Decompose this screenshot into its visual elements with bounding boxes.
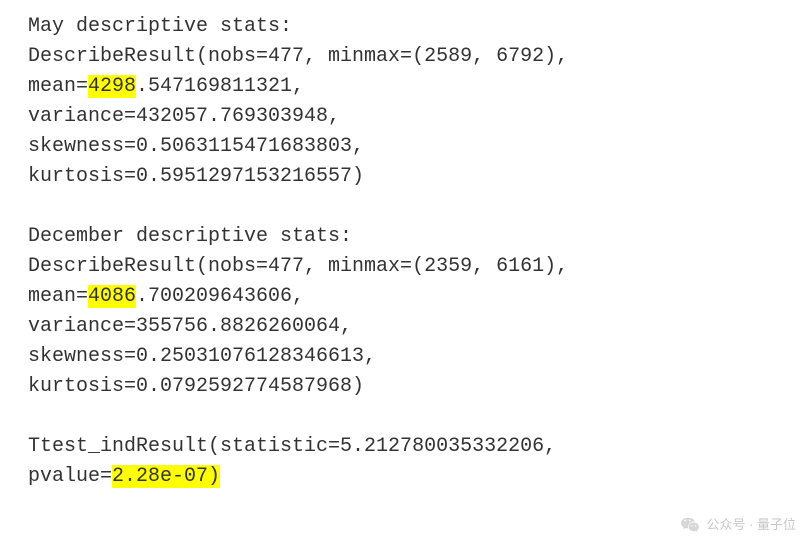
ttest-pvalue-line: pvalue=2.28e-07) <box>28 462 792 492</box>
may-describe-line1: DescribeResult(nobs=477, minmax=(2589, 6… <box>28 42 792 72</box>
watermark: 公众号 · 量子位 <box>680 515 796 535</box>
may-mean-line: mean=4298.547169811321, <box>28 72 792 102</box>
dec-header: December descriptive stats: <box>28 222 792 252</box>
may-header: May descriptive stats: <box>28 12 792 42</box>
blank-line-1 <box>28 192 792 222</box>
may-mean-prefix: mean= <box>28 75 88 98</box>
blank-line-2 <box>28 402 792 432</box>
dec-skewness: skewness=0.25031076128346613, <box>28 342 792 372</box>
dec-variance: variance=355756.8826260064, <box>28 312 792 342</box>
may-skewness: skewness=0.5063115471683803, <box>28 132 792 162</box>
dec-kurtosis: kurtosis=0.0792592774587968) <box>28 372 792 402</box>
watermark-text: 公众号 · 量子位 <box>706 515 796 535</box>
dec-mean-highlight: 4086 <box>88 285 136 308</box>
may-variance: variance=432057.769303948, <box>28 102 792 132</box>
dec-mean-prefix: mean= <box>28 285 88 308</box>
dec-mean-rest: .700209643606, <box>136 285 304 308</box>
dec-describe-line1: DescribeResult(nobs=477, minmax=(2359, 6… <box>28 252 792 282</box>
wechat-icon <box>680 515 700 535</box>
ttest-line1: Ttest_indResult(statistic=5.212780035332… <box>28 432 792 462</box>
ttest-pvalue-highlight: 2.28e-07) <box>112 465 220 488</box>
ttest-pvalue-prefix: pvalue= <box>28 465 112 488</box>
dec-mean-line: mean=4086.700209643606, <box>28 282 792 312</box>
may-mean-rest: .547169811321, <box>136 75 304 98</box>
may-kurtosis: kurtosis=0.5951297153216557) <box>28 162 792 192</box>
may-mean-highlight: 4298 <box>88 75 136 98</box>
